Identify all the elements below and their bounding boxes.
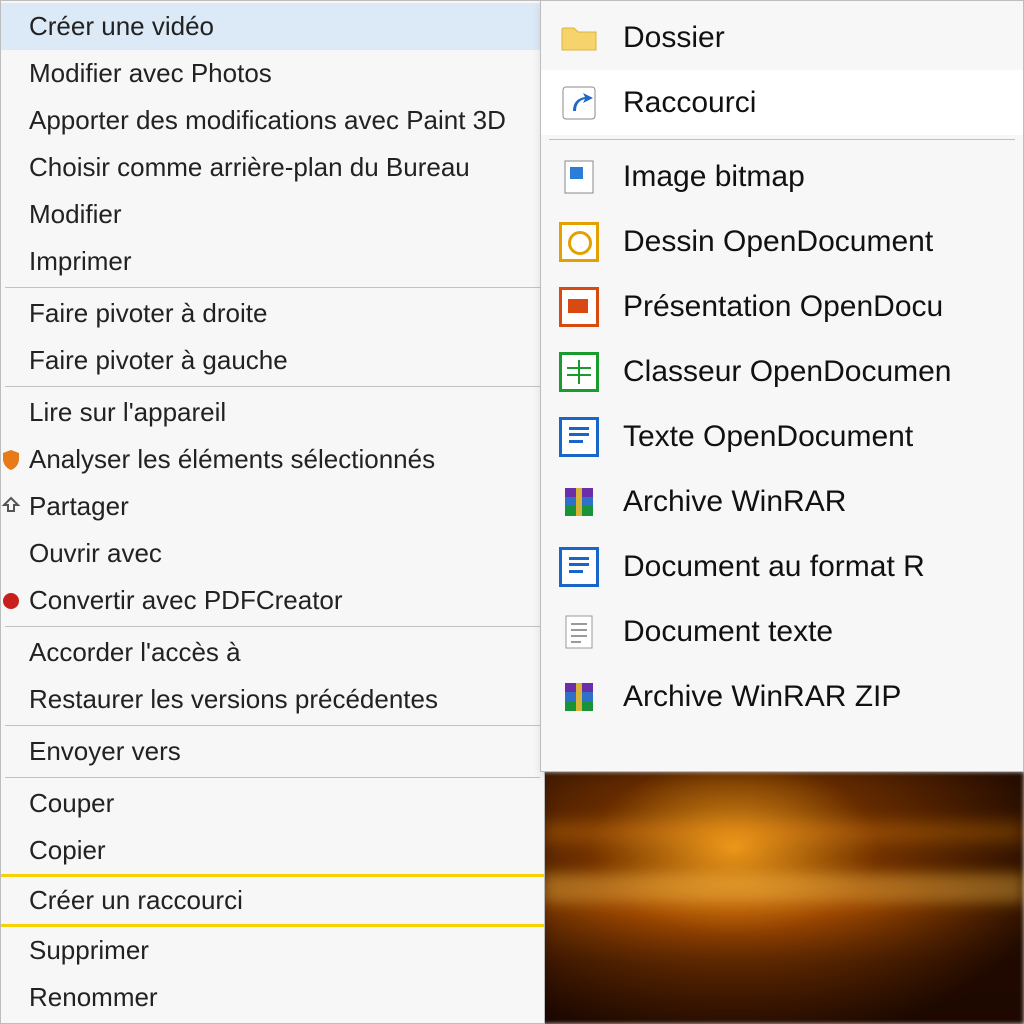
menu-item-label: Imprimer [29, 246, 132, 277]
menu-separator [5, 725, 540, 726]
menu-item-label: Partager [29, 491, 129, 522]
menu-item-label: Modifier avec Photos [29, 58, 272, 89]
rtf-icon [559, 547, 599, 587]
context-submenu-new: Dossier Raccourci Image bitmap [540, 0, 1024, 772]
menu-item-label: Copier [29, 835, 106, 866]
submenu-item-label: Document texte [623, 615, 833, 649]
menu-item-set-wallpaper[interactable]: Choisir comme arrière-plan du Bureau [1, 144, 544, 191]
folder-icon [559, 18, 599, 58]
submenu-item-new-odt[interactable]: Texte OpenDocument [541, 404, 1023, 469]
submenu-item-label: Raccourci [623, 86, 756, 120]
menu-separator [5, 287, 540, 288]
text-document-icon [559, 612, 599, 652]
menu-item-av-scan[interactable]: Analyser les éléments sélectionnés [1, 436, 544, 483]
shield-icon [5, 448, 29, 472]
submenu-item-label: Classeur OpenDocumen [623, 355, 952, 389]
submenu-item-label: Image bitmap [623, 160, 805, 194]
menu-item-pdfcreator[interactable]: Convertir avec PDFCreator [1, 577, 544, 624]
menu-item-open-with[interactable]: Ouvrir avec [1, 530, 544, 577]
menu-item-label: Modifier [29, 199, 121, 230]
menu-item-rotate-left[interactable]: Faire pivoter à gauche [1, 337, 544, 384]
menu-item-create-shortcut[interactable]: Créer un raccourci [1, 877, 544, 924]
menu-item-edit-photos[interactable]: Modifier avec Photos [1, 50, 544, 97]
menu-item-label: Apporter des modifications avec Paint 3D [29, 105, 506, 136]
menu-item-label: Faire pivoter à gauche [29, 345, 288, 376]
opendocument-presentation-icon [559, 287, 599, 327]
menu-item-send-to[interactable]: Envoyer vers [1, 728, 544, 775]
menu-item-label: Supprimer [29, 935, 149, 966]
menu-item-share[interactable]: Partager [1, 483, 544, 530]
menu-item-label: Analyser les éléments sélectionnés [29, 444, 435, 475]
menu-item-rename[interactable]: Renommer [1, 974, 544, 1021]
submenu-item-new-ods[interactable]: Classeur OpenDocumen [541, 339, 1023, 404]
submenu-item-label: Présentation OpenDocu [623, 290, 943, 324]
menu-item-play-device[interactable]: Lire sur l'appareil [1, 389, 544, 436]
menu-item-label: Créer un raccourci [29, 885, 243, 916]
submenu-item-new-folder[interactable]: Dossier [541, 5, 1023, 70]
menu-item-label: Lire sur l'appareil [29, 397, 226, 428]
menu-item-copy[interactable]: Copier [1, 827, 544, 874]
menu-item-delete[interactable]: Supprimer [1, 927, 544, 974]
menu-separator [5, 386, 540, 387]
submenu-item-new-zip[interactable]: Archive WinRAR ZIP [541, 664, 1023, 729]
submenu-item-label: Archive WinRAR ZIP [623, 680, 901, 714]
menu-item-edit[interactable]: Modifier [1, 191, 544, 238]
menu-item-label: Envoyer vers [29, 736, 181, 767]
menu-item-label: Créer une vidéo [29, 11, 214, 42]
pdf-icon [5, 589, 29, 613]
opendocument-drawing-icon [559, 222, 599, 262]
menu-item-label: Faire pivoter à droite [29, 298, 267, 329]
menu-item-label: Restaurer les versions précédentes [29, 684, 438, 715]
menu-item-cut[interactable]: Couper [1, 780, 544, 827]
submenu-item-label: Dossier [623, 21, 725, 55]
share-icon [5, 495, 29, 519]
menu-item-label: Accorder l'accès à [29, 637, 241, 668]
menu-separator [5, 626, 540, 627]
menu-item-label: Ouvrir avec [29, 538, 162, 569]
menu-item-print[interactable]: Imprimer [1, 238, 544, 285]
winrar-zip-icon [559, 677, 599, 717]
menu-separator [5, 777, 540, 778]
submenu-item-new-bitmap[interactable]: Image bitmap [541, 144, 1023, 209]
menu-item-label: Couper [29, 788, 114, 819]
menu-item-create-video[interactable]: Créer une vidéo [1, 3, 544, 50]
menu-item-paint3d[interactable]: Apporter des modifications avec Paint 3D [1, 97, 544, 144]
opendocument-spreadsheet-icon [559, 352, 599, 392]
submenu-item-new-txt[interactable]: Document texte [541, 599, 1023, 664]
context-menu-main: Créer une vidéo Modifier avec Photos App… [0, 0, 545, 1024]
menu-item-label: Choisir comme arrière-plan du Bureau [29, 152, 470, 183]
submenu-item-label: Dessin OpenDocument [623, 225, 933, 259]
submenu-item-label: Document au format R [623, 550, 925, 584]
shortcut-icon [559, 83, 599, 123]
submenu-item-new-rar[interactable]: Archive WinRAR [541, 469, 1023, 534]
opendocument-text-icon [559, 417, 599, 457]
desktop-wallpaper [540, 772, 1024, 1024]
menu-item-rotate-right[interactable]: Faire pivoter à droite [1, 290, 544, 337]
submenu-item-new-odg[interactable]: Dessin OpenDocument [541, 209, 1023, 274]
winrar-icon [559, 482, 599, 522]
submenu-item-new-odp[interactable]: Présentation OpenDocu [541, 274, 1023, 339]
submenu-item-new-rtf[interactable]: Document au format R [541, 534, 1023, 599]
menu-item-label: Convertir avec PDFCreator [29, 585, 343, 616]
bitmap-icon [559, 157, 599, 197]
submenu-separator [549, 139, 1015, 140]
submenu-item-label: Texte OpenDocument [623, 420, 913, 454]
menu-item-give-access[interactable]: Accorder l'accès à [1, 629, 544, 676]
menu-item-label: Renommer [29, 982, 158, 1013]
submenu-item-label: Archive WinRAR [623, 485, 846, 519]
submenu-item-new-shortcut[interactable]: Raccourci [541, 70, 1023, 135]
menu-item-restore-prev[interactable]: Restaurer les versions précédentes [1, 676, 544, 723]
